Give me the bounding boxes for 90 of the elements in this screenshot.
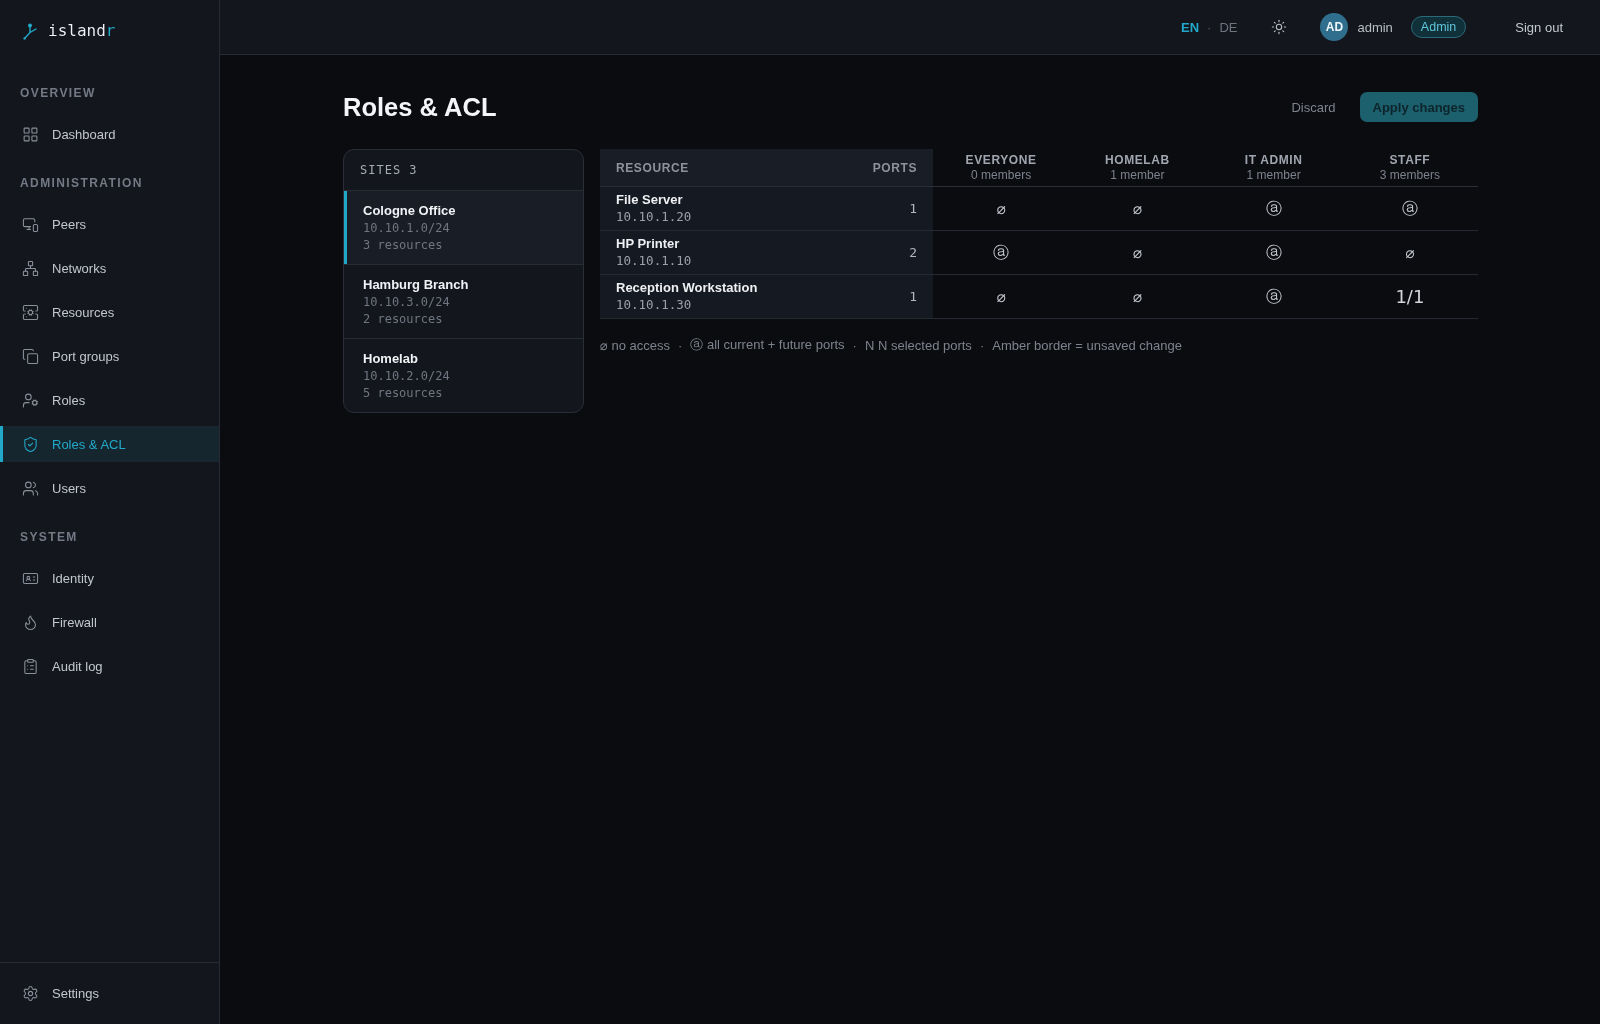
access-toggle[interactable]: ⌀ (993, 198, 1009, 219)
column-header: RESOURCE (616, 160, 689, 175)
nav-item[interactable]: Firewall (0, 604, 219, 640)
site-item[interactable]: Cologne Office 10.10.1.0/24 3 resources (344, 191, 583, 265)
separator-dot: · (1207, 19, 1212, 35)
site-name: Hamburg Branch (363, 276, 469, 294)
site-count: 3 (409, 163, 418, 177)
settings-icon (22, 984, 39, 1002)
legend-item: ⓐ all current + future ports (690, 336, 845, 354)
nav-item[interactable]: Roles & ACL (0, 426, 219, 462)
column-header: PORTS (872, 160, 917, 175)
site-item[interactable]: Homelab 10.10.2.0/24 5 resources (344, 339, 583, 412)
clipboard-list-icon (22, 657, 39, 675)
access-toggle[interactable]: ⌀ (993, 286, 1009, 307)
site-subnet: 10.10.2.0/24 (363, 368, 450, 385)
separator-dot: · (852, 337, 857, 353)
monitor-phone-icon (22, 215, 39, 233)
legend-item: Amber border = unsaved change (992, 337, 1182, 353)
flame-icon (22, 613, 39, 631)
access-toggle[interactable]: 1/1 (1392, 284, 1428, 309)
grid-icon (22, 125, 39, 143)
logo-icon (23, 22, 38, 40)
network-icon (22, 259, 39, 277)
user-gear-icon (22, 391, 39, 409)
nav-item[interactable]: Audit log (0, 648, 219, 684)
role-column-header: IT ADMIN (1244, 152, 1303, 168)
member-count: 3 members (1379, 167, 1440, 183)
member-count: 1 member (1110, 167, 1165, 183)
port-count: 1 (909, 289, 917, 304)
section-label: SYSTEM (20, 529, 78, 546)
resource-address: 10.10.1.10 (616, 252, 692, 270)
port-count: 2 (909, 245, 917, 260)
panel-title: SITES (360, 163, 402, 177)
user-name: admin (1357, 19, 1393, 35)
role-column-header: HOMELAB (1104, 152, 1170, 168)
role-column-header: EVERYONE (965, 152, 1037, 168)
site-subnet: 10.10.1.0/24 (363, 220, 450, 237)
language-option[interactable]: DE (1219, 19, 1238, 35)
resource-address: 10.10.1.20 (616, 208, 692, 226)
section-label: ADMINISTRATION (20, 175, 143, 192)
users-icon (22, 479, 39, 497)
legend-item: ⌀ no access (600, 337, 670, 353)
member-count: 0 members (971, 167, 1032, 183)
access-toggle[interactable]: ⓐ (1262, 197, 1285, 220)
member-count: 1 member (1246, 167, 1301, 183)
nav-item[interactable]: Networks (0, 250, 219, 286)
role-column-header: STAFF (1389, 152, 1431, 168)
legend-item: N N selected ports (864, 337, 972, 353)
sign-out-button[interactable]: Sign out (1503, 13, 1575, 41)
access-toggle[interactable]: ⌀ (1402, 242, 1418, 263)
access-toggle[interactable]: ⓐ (1262, 241, 1285, 264)
site-item[interactable]: Hamburg Branch 10.10.3.0/24 2 resources (344, 265, 583, 339)
access-toggle[interactable]: ⌀ (1129, 286, 1145, 307)
server-gear-icon (22, 303, 39, 321)
nav-item[interactable]: Dashboard (0, 116, 219, 152)
nav-item[interactable]: Users (0, 470, 219, 506)
site-resource-count: 3 resources (363, 237, 443, 254)
nav-item[interactable]: Peers (0, 206, 219, 242)
section-label: OVERVIEW (20, 85, 96, 102)
nav-item[interactable]: Resources (0, 294, 219, 330)
shield-check-icon (22, 435, 39, 453)
nav-item[interactable]: Settings (0, 975, 219, 1011)
role-badge: Admin (1410, 16, 1467, 38)
access-toggle[interactable]: ⌀ (1129, 242, 1145, 263)
separator-dot: · (678, 337, 683, 353)
resource-address: 10.10.1.30 (616, 296, 692, 314)
nav-item[interactable]: Port groups (0, 338, 219, 374)
language-option[interactable]: EN (1180, 19, 1200, 35)
site-name: Homelab (363, 350, 418, 368)
discard-button[interactable]: Discard (1281, 92, 1346, 122)
resource-name: File Server (616, 191, 683, 208)
separator-dot: · (979, 337, 985, 353)
resource-name: Reception Workstation (616, 279, 758, 296)
access-toggle[interactable]: ⌀ (1129, 198, 1145, 219)
theme-toggle[interactable] (1271, 19, 1288, 35)
nav-item[interactable]: Roles (0, 382, 219, 418)
site-resource-count: 5 resources (363, 385, 443, 402)
resource-name: HP Printer (616, 235, 680, 252)
access-toggle[interactable]: ⓐ (1262, 285, 1285, 308)
site-resource-count: 2 resources (363, 311, 443, 328)
site-subnet: 10.10.3.0/24 (363, 294, 450, 311)
avatar: AD (1320, 13, 1349, 41)
site-name: Cologne Office (363, 202, 456, 220)
access-toggle[interactable]: ⓐ (990, 241, 1013, 264)
access-toggle[interactable]: ⓐ (1398, 197, 1421, 220)
copy-icon (22, 347, 39, 365)
sun-icon (1271, 19, 1288, 35)
port-count: 1 (909, 201, 917, 216)
page-title: Roles & ACL (343, 92, 497, 123)
nav-item[interactable]: Identity (0, 560, 219, 596)
